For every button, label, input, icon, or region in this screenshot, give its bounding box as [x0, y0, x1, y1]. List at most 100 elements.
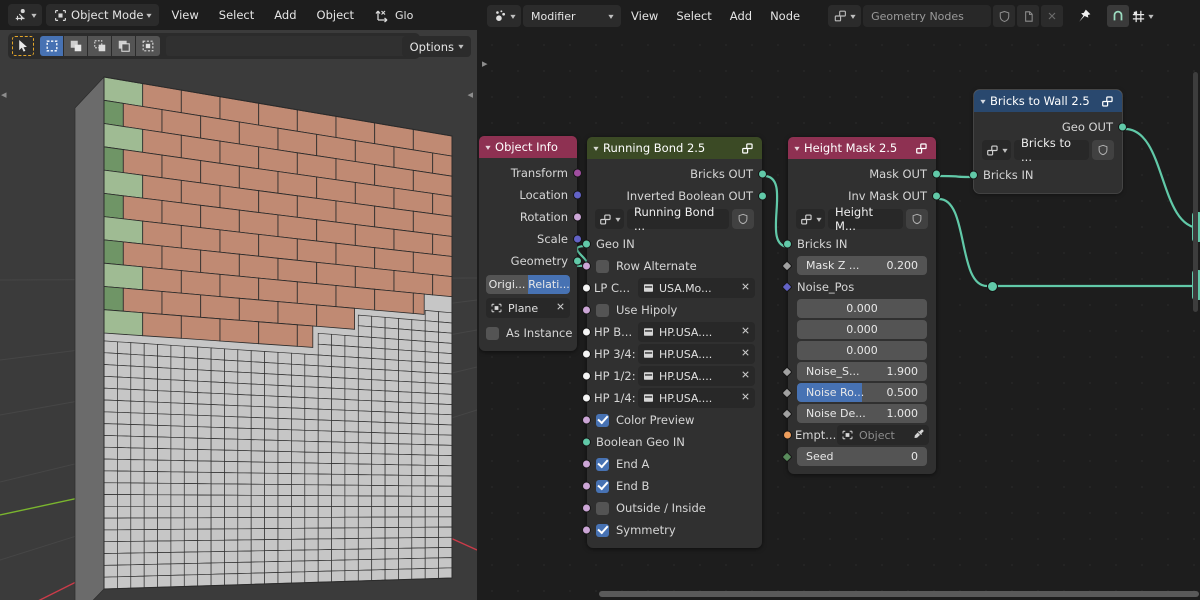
viewport-right-panel-toggle[interactable]: ◂: [467, 88, 473, 101]
node-input-row[interactable]: Noise_S... 1.900: [781, 361, 936, 382]
fake-user-shield-icon[interactable]: [1092, 140, 1114, 160]
node-input-row[interactable]: Mask Z ... 0.200: [781, 255, 936, 276]
node-socket[interactable]: [582, 503, 591, 513]
clear-collection-button[interactable]: [740, 347, 751, 361]
node-checkbox[interactable]: [596, 259, 609, 273]
node-socket[interactable]: [582, 459, 591, 469]
clear-object-button[interactable]: [555, 301, 566, 315]
vector-component-field[interactable]: 0.000: [797, 320, 927, 339]
node-socket[interactable]: [582, 261, 591, 271]
node-socket[interactable]: [582, 437, 591, 447]
node-checkbox[interactable]: [596, 457, 609, 471]
toggle-relative[interactable]: Relati...: [528, 275, 570, 294]
node-socket[interactable]: [582, 525, 591, 535]
collection-field[interactable]: HP.USA....: [638, 322, 755, 342]
node-input-row[interactable]: Seed 0: [781, 446, 936, 467]
node-input-row[interactable]: Outside / Inside: [582, 497, 762, 519]
node-checkbox[interactable]: [596, 413, 609, 427]
object-field[interactable]: Object: [837, 425, 929, 445]
clear-collection-button[interactable]: [740, 391, 751, 405]
node-socket[interactable]: [758, 169, 767, 179]
node-input-row[interactable]: Symmetry: [582, 519, 762, 541]
node-socket[interactable]: [969, 170, 978, 180]
node-input-row[interactable]: HP B... HP.USA....: [582, 321, 762, 343]
object-mode-selector[interactable]: Object Mode ▾: [46, 4, 160, 26]
menu-view[interactable]: View: [623, 5, 666, 27]
node-socket[interactable]: [582, 415, 591, 425]
viewport-options-button[interactable]: Options ▾: [401, 36, 471, 57]
value-field[interactable]: Noise_S... 1.900: [797, 362, 927, 381]
select-invert-icon[interactable]: [112, 36, 136, 56]
node-socket[interactable]: [932, 191, 941, 201]
node-socket[interactable]: [582, 283, 591, 293]
node-group-browse[interactable]: ▾: [982, 140, 1012, 160]
value-field[interactable]: Noise De... 1.000: [797, 404, 927, 423]
transform-orientation-icon[interactable]: [374, 7, 390, 23]
node-editor-horizontal-scrollbar[interactable]: [599, 591, 1199, 597]
node-socket[interactable]: [582, 349, 591, 359]
menu-add[interactable]: Add: [722, 5, 760, 27]
node-socket[interactable]: [573, 256, 582, 266]
node-socket[interactable]: [582, 481, 591, 491]
3d-viewport[interactable]: ◂ ◂ ▾ Object Mode ▾ View Select Add Obje…: [0, 0, 477, 600]
menu-select[interactable]: Select: [211, 4, 262, 26]
transform-space-toggle[interactable]: Origi... Relati...: [486, 275, 570, 294]
clear-collection-button[interactable]: [740, 369, 751, 383]
chevron-down-icon[interactable]: ▾: [794, 144, 799, 153]
collection-field[interactable]: USA.Mo...: [638, 278, 755, 298]
menu-node[interactable]: Node: [762, 5, 808, 27]
node-checkbox[interactable]: [596, 479, 609, 493]
as-instance-row[interactable]: As Instance: [479, 322, 577, 344]
node-group-name[interactable]: Height M...: [828, 205, 903, 233]
menu-add[interactable]: Add: [266, 4, 304, 26]
node-socket[interactable]: [573, 212, 582, 222]
value-field[interactable]: Noise Ro... 0.500: [797, 383, 927, 402]
node-socket[interactable]: [582, 393, 591, 403]
node-group-selector[interactable]: ▾ Bricks to ...: [982, 136, 1114, 164]
node-socket[interactable]: [783, 239, 792, 249]
node-header[interactable]: ▾ Running Bond 2.5: [587, 137, 762, 159]
fake-user-shield-icon[interactable]: [993, 5, 1016, 27]
duplicate-icon[interactable]: [1017, 5, 1040, 27]
select-box-icon[interactable]: [40, 36, 64, 56]
node-input-row[interactable]: Noise Ro... 0.500: [781, 382, 936, 403]
menu-object[interactable]: Object: [309, 4, 362, 26]
node-input-row[interactable]: End A: [582, 453, 762, 475]
node-input-row[interactable]: 0.000: [788, 340, 936, 361]
object-field[interactable]: Plane: [486, 298, 570, 318]
node-checkbox[interactable]: [596, 501, 609, 515]
node-group-name[interactable]: Bricks to ...: [1014, 136, 1089, 164]
fake-user-shield-icon[interactable]: [906, 209, 928, 229]
value-field[interactable]: Seed 0: [797, 447, 927, 466]
geometry-node-editor[interactable]: ▾ Object Info Transform Location Rotatio…: [479, 0, 1200, 600]
node-group-browse[interactable]: ▾: [796, 209, 826, 229]
value-field[interactable]: Mask Z ... 0.200: [797, 256, 927, 275]
toggle-original[interactable]: Origi...: [486, 275, 528, 294]
collection-field[interactable]: HP.USA....: [638, 366, 755, 386]
cursor-arrow-icon[interactable]: [12, 36, 34, 56]
chevron-down-icon[interactable]: ▾: [980, 97, 985, 106]
node-group-selector[interactable]: ▾ Height M...: [796, 205, 928, 233]
nodetree-name-field[interactable]: Geometry Nodes: [863, 5, 992, 27]
node-input-row[interactable]: HP 3/4: HP.USA....: [582, 343, 762, 365]
node-socket[interactable]: [758, 191, 767, 201]
node-input-row[interactable]: Empt... Object: [783, 424, 936, 446]
node-socket[interactable]: [932, 169, 941, 179]
node-header[interactable]: ▾ Height Mask 2.5: [788, 137, 936, 159]
node-input-row[interactable]: Noise De... 1.000: [781, 403, 936, 424]
reroute-node[interactable]: [987, 281, 998, 292]
node-group-name[interactable]: Running Bond ...: [627, 205, 729, 233]
as-instance-checkbox[interactable]: [486, 326, 499, 340]
vector-component-field[interactable]: 0.000: [797, 299, 927, 318]
clear-collection-button[interactable]: [740, 281, 751, 295]
node-socket[interactable]: [573, 234, 582, 244]
node-input-row[interactable]: End B: [582, 475, 762, 497]
node-bricks_to_wall[interactable]: ▾ Bricks to Wall 2.5 Geo OUT ▾ Bricks to…: [969, 89, 1127, 194]
close-x-icon[interactable]: [1041, 5, 1064, 27]
snap-magnet-icon[interactable]: [1107, 5, 1130, 27]
snap-settings-dropdown[interactable]: ▾: [1131, 9, 1154, 24]
node-input-row[interactable]: 0.000: [788, 298, 936, 319]
transform-orientation-label[interactable]: Glo: [395, 9, 413, 22]
collection-field[interactable]: HP.USA....: [638, 388, 755, 408]
node-socket[interactable]: [582, 305, 591, 315]
